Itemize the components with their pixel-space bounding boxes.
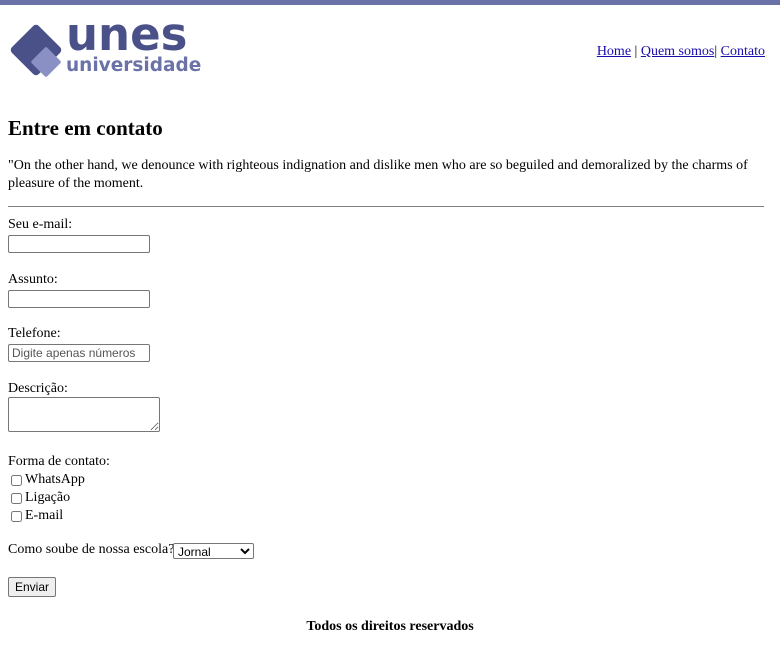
logo-wordmark: unes [66, 8, 188, 61]
email-label: Seu e-mail: [8, 217, 73, 232]
contact-option-phone-call[interactable]: Ligação [8, 490, 70, 506]
source-label: Como soube de nossa escola? [8, 542, 175, 557]
subject-label: Assunto: [8, 272, 58, 287]
top-nav: Home | Quem somos| Contato [597, 44, 765, 60]
top-accent-bar [0, 0, 780, 5]
email-option-label: E-mail [25, 508, 64, 523]
description-textarea[interactable] [8, 397, 160, 432]
page-title: Entre em contato [8, 116, 163, 140]
contact-method-label: Forma de contato: [8, 454, 110, 469]
intro-text: "On the other hand, we denounce with rig… [8, 158, 748, 191]
nav-link-contact[interactable]: Contato [721, 44, 765, 59]
phone-call-label: Ligação [25, 490, 71, 505]
logo-diamond-icon [10, 24, 62, 77]
submit-button[interactable]: Enviar [8, 577, 57, 597]
whatsapp-label: WhatsApp [25, 472, 85, 487]
contact-option-email[interactable]: E-mail [8, 508, 63, 524]
nav-separator: | [631, 44, 641, 59]
whatsapp-checkbox[interactable] [11, 474, 22, 486]
email-checkbox[interactable] [11, 510, 22, 522]
footer-text: Todos os direitos reservados [306, 619, 474, 634]
logo-subtitle: universidade [66, 55, 202, 76]
logo: unes universidade [8, 12, 208, 82]
source-select[interactable]: Jornal [173, 543, 254, 559]
phone-label: Telefone: [8, 326, 61, 341]
subject-field[interactable] [8, 290, 150, 308]
phone-field[interactable] [8, 344, 150, 362]
divider [8, 206, 764, 207]
phone-call-checkbox[interactable] [11, 492, 22, 504]
contact-option-whatsapp[interactable]: WhatsApp [8, 472, 85, 488]
email-field[interactable] [8, 235, 150, 253]
nav-link-about[interactable]: Quem somos [641, 44, 715, 59]
nav-link-home[interactable]: Home [597, 44, 631, 59]
description-label: Descrição: [8, 381, 68, 396]
